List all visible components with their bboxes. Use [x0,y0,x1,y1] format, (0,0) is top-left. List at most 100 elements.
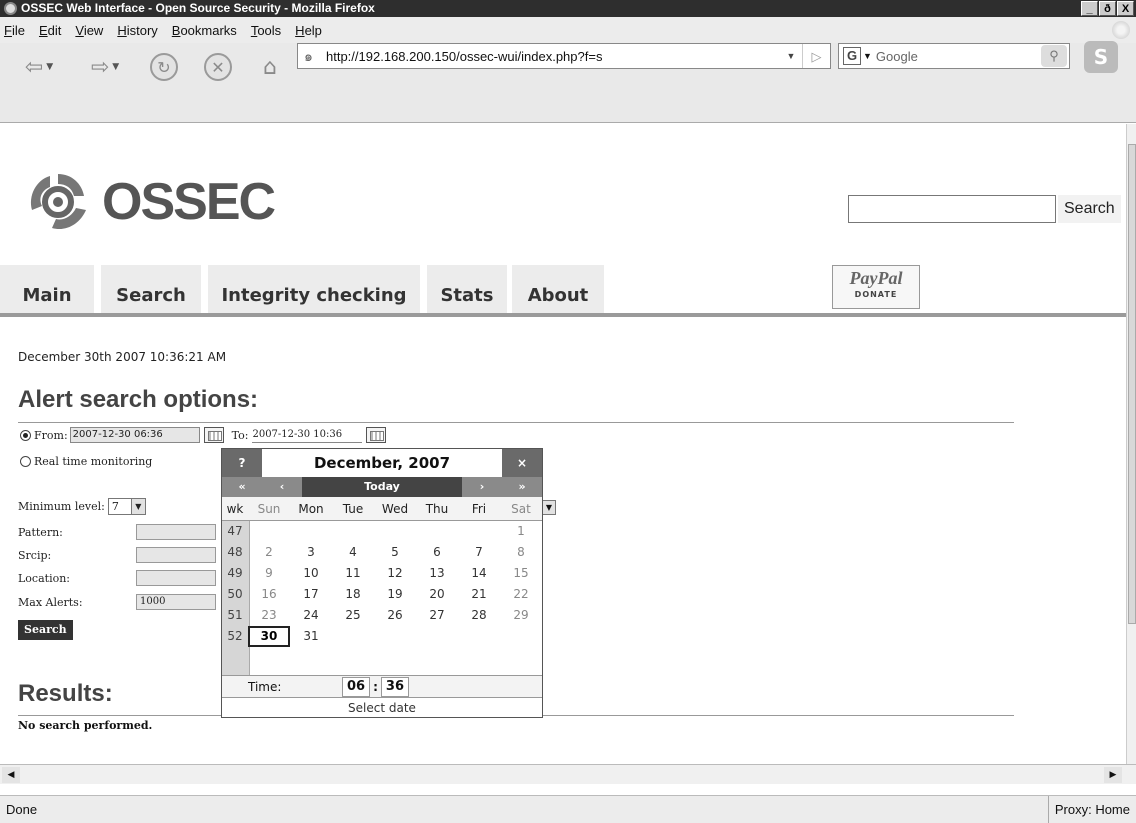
skype-icon[interactable]: S [1084,41,1118,73]
header-search-input[interactable] [848,195,1056,223]
calendar-day[interactable]: 9 [248,563,290,584]
calendar-help-button[interactable]: ? [222,449,262,477]
calendar-day[interactable]: 8 [500,542,542,563]
calendar-day[interactable]: 21 [458,584,500,605]
calendar-day[interactable]: 28 [458,605,500,626]
next-month-button[interactable]: › [462,477,502,497]
to-calendar-icon[interactable] [366,427,387,443]
pattern-row: Pattern: [18,524,216,540]
search-engine-icon[interactable]: G [843,47,861,65]
week-number: 49 [227,566,243,580]
realtime-radio[interactable] [20,456,31,467]
calendar-day[interactable]: 17 [290,584,332,605]
today-button[interactable]: Today [302,477,462,497]
hour-field[interactable]: 06 [342,676,371,697]
header-search-button[interactable]: Search [1058,195,1121,223]
prev-year-button[interactable]: « [222,477,262,497]
calendar-day[interactable]: 1 [500,521,542,542]
back-button[interactable]: ⇦ ▼ [14,43,64,91]
tab-main[interactable]: Main [0,265,94,313]
close-button[interactable]: X [1117,1,1134,16]
minute-field[interactable]: 36 [380,676,409,697]
proxy-status[interactable]: Proxy: Home [1047,796,1136,823]
calendar-day[interactable]: 5 [374,542,416,563]
menu-file[interactable]: File [4,23,25,38]
calendar-day[interactable]: 11 [332,563,374,584]
menu-bookmarks[interactable]: Bookmarks [172,23,237,38]
calendar-day[interactable]: 4 [332,542,374,563]
next-year-button[interactable]: » [502,477,542,497]
from-radio[interactable] [20,429,31,441]
calendar-day[interactable]: 22 [500,584,542,605]
menu-tools[interactable]: Tools [251,23,281,38]
vertical-scrollbar[interactable] [1126,124,1136,764]
calendar-day[interactable]: 12 [374,563,416,584]
address-bar[interactable]: ๑ http://192.168.200.150/ossec-wui/index… [297,43,831,69]
calendar-day[interactable]: 20 [416,584,458,605]
go-icon[interactable]: ▷ [802,44,830,68]
menu-edit[interactable]: Edit [39,23,61,38]
url-dropdown-icon[interactable]: ▼ [780,51,802,61]
calendar-day[interactable]: 26 [374,605,416,626]
url-text[interactable]: http://192.168.200.150/ossec-wui/index.p… [326,49,780,64]
from-date-input[interactable]: 2007-12-30 06:36 [69,427,200,443]
forward-button[interactable]: ⇨ ▼ [80,43,130,91]
stop-button[interactable]: ✕ [200,43,236,91]
scroll-right-icon[interactable]: ▶ [1104,767,1122,783]
to-date-input[interactable]: 2007-12-30 10:36 [252,427,363,443]
calendar-day[interactable]: 3 [290,542,332,563]
min-level-select[interactable]: 7 ▼ [107,498,146,515]
calendar-day[interactable]: 14 [458,563,500,584]
calendar-day[interactable]: 13 [416,563,458,584]
calendar-day[interactable]: 10 [290,563,332,584]
calendar-day[interactable]: 2 [248,542,290,563]
calendar-day[interactable]: 7 [458,542,500,563]
location-input[interactable] [136,570,216,586]
stop-icon: ✕ [204,53,232,81]
calendar-day[interactable]: 23 [248,605,290,626]
calendar-day[interactable]: 6 [416,542,458,563]
calendar-day-selected[interactable]: 30 [248,626,290,647]
calendar-day[interactable]: 25 [332,605,374,626]
max-alerts-input[interactable]: 1000 [136,594,216,610]
calendar-day[interactable]: 31 [290,626,332,647]
calendar-day[interactable]: 16 [248,584,290,605]
calendar-day[interactable]: 27 [416,605,458,626]
menu-history[interactable]: History [117,23,157,38]
web-search-box[interactable]: G ▼ Google ⚲ [838,43,1070,69]
srcip-input[interactable] [136,547,216,563]
from-calendar-icon[interactable] [203,427,224,443]
day-name: Sat [511,502,531,516]
tab-integrity-checking[interactable]: Integrity checking [208,265,420,313]
pattern-input[interactable] [136,524,216,540]
back-dropdown-icon[interactable]: ▼ [46,62,53,72]
prev-month-button[interactable]: ‹ [262,477,302,497]
pattern-label: Pattern: [18,525,63,539]
home-button[interactable]: ⌂ [252,43,288,91]
maximize-button[interactable]: ð [1099,1,1116,16]
tab-search[interactable]: Search [101,265,201,313]
menu-help[interactable]: Help [295,23,322,38]
magnifier-icon[interactable]: ⚲ [1041,45,1067,67]
menu-view[interactable]: View [75,23,103,38]
scroll-left-icon[interactable]: ◀ [2,767,20,783]
calendar-day[interactable]: 15 [500,563,542,584]
alert-search-button[interactable]: Search [18,620,73,640]
forward-dropdown-icon[interactable]: ▼ [112,62,119,72]
web-search-input[interactable]: Google [876,49,1041,64]
minimize-button[interactable]: _ [1081,1,1098,16]
calendar-close-button[interactable]: × [502,449,542,477]
max-alerts-row: Max Alerts: 1000 [18,594,216,610]
paypal-donate-button[interactable]: PayPal DONATE [832,265,920,309]
horizontal-scrollbar[interactable]: ◀ ▶ [0,764,1136,784]
calendar-day[interactable]: 24 [290,605,332,626]
calendar-day[interactable]: 19 [374,584,416,605]
tab-stats[interactable]: Stats [427,265,507,313]
tab-about[interactable]: About [512,265,604,313]
calendar-day[interactable]: 18 [332,584,374,605]
category-select-arrow-icon[interactable]: ▼ [542,500,556,515]
scroll-thumb[interactable] [1128,144,1136,624]
calendar-day[interactable]: 29 [500,605,542,626]
engine-dropdown-icon[interactable]: ▼ [863,51,872,61]
reload-button[interactable]: ↻ [146,43,182,91]
